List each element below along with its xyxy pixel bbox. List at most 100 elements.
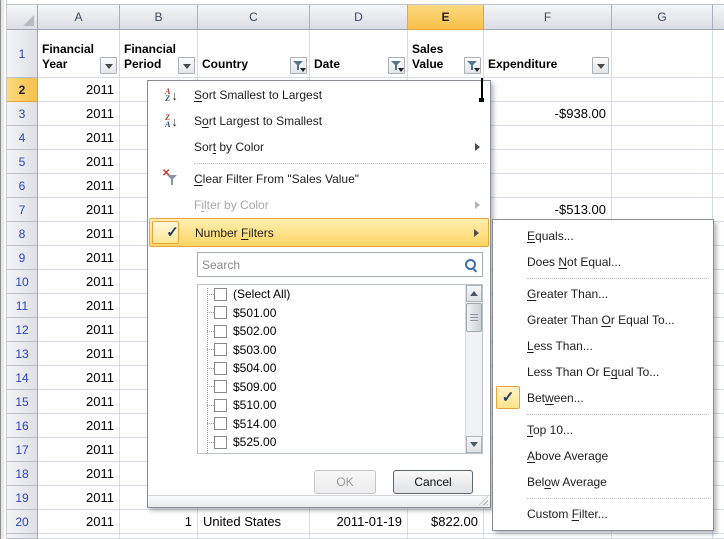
header-cell-F1[interactable]: Expenditure bbox=[484, 30, 612, 78]
scrollbar-thumb[interactable] bbox=[466, 303, 482, 332]
cell-A16[interactable]: 2011 bbox=[38, 414, 120, 438]
cell-F5[interactable] bbox=[484, 150, 612, 174]
submenu-item-below-average[interactable]: Below Average bbox=[493, 469, 713, 495]
cell-A3[interactable]: 2011 bbox=[38, 102, 120, 126]
submenu-item-greater-than[interactable]: Greater Than... bbox=[493, 281, 713, 307]
checkbox[interactable] bbox=[214, 325, 227, 338]
menu-item-clear-filter-from-sales-value[interactable]: ✕Clear Filter From "Sales Value" bbox=[149, 166, 489, 192]
column-header-D[interactable]: D bbox=[310, 5, 408, 30]
search-input[interactable] bbox=[198, 253, 463, 276]
cell-H11[interactable] bbox=[713, 294, 724, 318]
cell-D20[interactable]: 2011-01-19 bbox=[310, 510, 408, 534]
cell-H18[interactable] bbox=[713, 462, 724, 486]
cell-A5[interactable]: 2011 bbox=[38, 150, 120, 174]
column-header-partial[interactable] bbox=[713, 5, 724, 30]
cell-H10[interactable] bbox=[713, 270, 724, 294]
cell-A7[interactable]: 2011 bbox=[38, 198, 120, 222]
cell-A11[interactable]: 2011 bbox=[38, 294, 120, 318]
cell-H2[interactable] bbox=[713, 78, 724, 102]
menu-resize-bar[interactable] bbox=[148, 495, 490, 507]
row-header-14[interactable]: 14 bbox=[7, 366, 38, 390]
cell-B20[interactable]: 1 bbox=[120, 510, 198, 534]
select-all-corner[interactable] bbox=[7, 5, 38, 30]
column-header-F[interactable]: F bbox=[484, 5, 612, 30]
column-header-B[interactable]: B bbox=[120, 5, 198, 30]
filter-value-item[interactable]: $504.00 bbox=[198, 359, 482, 378]
header-cell-C1[interactable]: Country bbox=[198, 30, 310, 78]
checkbox[interactable] bbox=[214, 343, 227, 356]
cell-H9[interactable] bbox=[713, 246, 724, 270]
cell-C21-partial[interactable] bbox=[198, 534, 310, 539]
submenu-item-custom-filter[interactable]: Custom Filter... bbox=[493, 501, 713, 527]
cell-H7[interactable] bbox=[713, 198, 724, 222]
cell-E20[interactable]: $822.00 bbox=[408, 510, 484, 534]
cell-A12[interactable]: 2011 bbox=[38, 318, 120, 342]
filter-applied-button-D[interactable] bbox=[388, 57, 405, 74]
submenu-item-above-average[interactable]: Above Average bbox=[493, 443, 713, 469]
filter-value-item[interactable]: $514.00 bbox=[198, 415, 482, 434]
cell-A9[interactable]: 2011 bbox=[38, 246, 120, 270]
column-header-E[interactable]: E bbox=[408, 5, 484, 30]
filter-dropdown-button-F[interactable] bbox=[592, 57, 609, 74]
cell-H16[interactable] bbox=[713, 414, 724, 438]
filter-value-item[interactable]: (Select All) bbox=[198, 285, 482, 304]
submenu-item-equals[interactable]: Equals... bbox=[493, 223, 713, 249]
row-header-2[interactable]: 2 bbox=[7, 78, 38, 102]
cell-H19[interactable] bbox=[713, 486, 724, 510]
menu-item-sort-by-color[interactable]: Sort by Color bbox=[149, 134, 489, 160]
submenu-item-greater-than-or-equal-to[interactable]: Greater Than Or Equal To... bbox=[493, 307, 713, 333]
filter-applied-button-E[interactable] bbox=[464, 57, 481, 74]
submenu-item-less-than[interactable]: Less Than... bbox=[493, 333, 713, 359]
cell-A2[interactable]: 2011 bbox=[38, 78, 120, 102]
cell-H5[interactable] bbox=[713, 150, 724, 174]
cell-A8[interactable]: 2011 bbox=[38, 222, 120, 246]
cell-G21-partial[interactable] bbox=[612, 534, 713, 539]
cell-G3[interactable] bbox=[612, 102, 713, 126]
filter-dropdown-button-B[interactable] bbox=[178, 57, 195, 74]
checkbox[interactable] bbox=[214, 399, 227, 412]
cell-A4[interactable]: 2011 bbox=[38, 126, 120, 150]
cell-H3[interactable] bbox=[713, 102, 724, 126]
cell-A13[interactable]: 2011 bbox=[38, 342, 120, 366]
checkbox[interactable] bbox=[214, 380, 227, 393]
filter-value-item[interactable]: $510.00 bbox=[198, 396, 482, 415]
search-icon[interactable] bbox=[463, 257, 479, 273]
active-cell-fill-handle[interactable] bbox=[479, 98, 484, 102]
row-header-18[interactable]: 18 bbox=[7, 462, 38, 486]
cell-H14[interactable] bbox=[713, 366, 724, 390]
cell-G2[interactable] bbox=[612, 78, 713, 102]
cell-H21-partial[interactable] bbox=[713, 534, 724, 539]
row-header-3[interactable]: 3 bbox=[7, 102, 38, 126]
checkbox[interactable] bbox=[214, 306, 227, 319]
header-cell-A1[interactable]: Financial Year bbox=[38, 30, 120, 78]
cell-A6[interactable]: 2011 bbox=[38, 174, 120, 198]
filter-value-item-partial[interactable] bbox=[198, 452, 482, 455]
row-header-17[interactable]: 17 bbox=[7, 438, 38, 462]
header-cell-B1[interactable]: Financial Period bbox=[120, 30, 198, 78]
cell-H12[interactable] bbox=[713, 318, 724, 342]
cell-H13[interactable] bbox=[713, 342, 724, 366]
scroll-down-button[interactable] bbox=[466, 436, 482, 453]
menu-item-sort-largest-to-smallest[interactable]: ZA↓Sort Largest to Smallest bbox=[149, 108, 489, 134]
row-header-12[interactable]: 12 bbox=[7, 318, 38, 342]
cell-H15[interactable] bbox=[713, 390, 724, 414]
column-header-A[interactable]: A bbox=[38, 5, 120, 30]
filter-value-item[interactable]: $502.00 bbox=[198, 322, 482, 341]
row-header-16[interactable]: 16 bbox=[7, 414, 38, 438]
row-header-19[interactable]: 19 bbox=[7, 486, 38, 510]
cell-G5[interactable] bbox=[612, 150, 713, 174]
row-header-9[interactable]: 9 bbox=[7, 246, 38, 270]
row-header-10[interactable]: 10 bbox=[7, 270, 38, 294]
cell-A17[interactable]: 2011 bbox=[38, 438, 120, 462]
cell-H8[interactable] bbox=[713, 222, 724, 246]
checkbox[interactable] bbox=[214, 362, 227, 375]
row-header-8[interactable]: 8 bbox=[7, 222, 38, 246]
cell-F3[interactable]: -$938.00 bbox=[484, 102, 612, 126]
cell-A19[interactable]: 2011 bbox=[38, 486, 120, 510]
submenu-item-between[interactable]: ✓Between... bbox=[493, 385, 713, 411]
row-header-partial[interactable] bbox=[7, 534, 38, 539]
column-header-C[interactable]: C bbox=[198, 5, 310, 30]
filter-value-item[interactable]: $525.00 bbox=[198, 433, 482, 452]
cell-H6[interactable] bbox=[713, 174, 724, 198]
header-cell-G1[interactable] bbox=[612, 30, 713, 78]
